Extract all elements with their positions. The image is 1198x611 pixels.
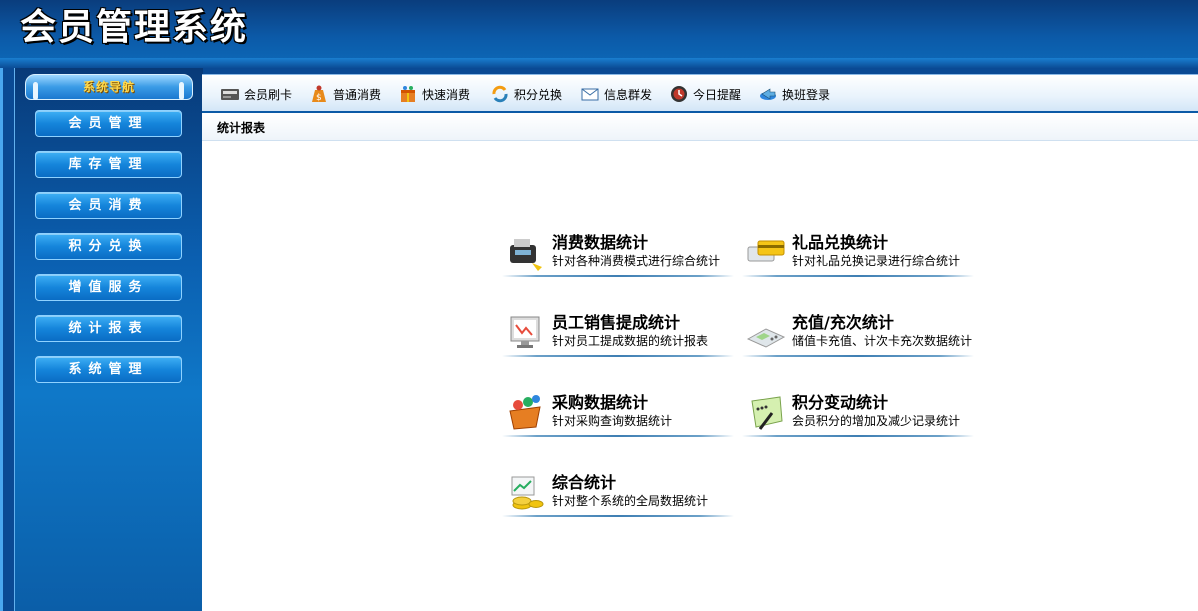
sidebar-item-statistics-reports[interactable]: 统计报表 xyxy=(35,315,182,342)
stat-description: 针对各种消费模式进行综合统计 xyxy=(552,254,721,268)
stat-consumption-data[interactable]: 消费数据统计 针对各种消费模式进行综合统计 xyxy=(502,229,734,279)
pos-machine-icon xyxy=(506,233,546,273)
card-reader-icon xyxy=(220,84,240,104)
window-left-edge xyxy=(0,0,3,611)
toolbar-today-reminder-button[interactable]: 今日提醒 xyxy=(669,83,741,105)
toolbar-label: 普通消费 xyxy=(333,87,382,102)
stat-underline xyxy=(742,355,974,357)
stat-name: 充值/充次统计 xyxy=(792,313,894,332)
toolbar-label: 换班登录 xyxy=(782,87,831,102)
stat-underline xyxy=(502,355,734,357)
sidebar-item-member-consumption[interactable]: 会员消费 xyxy=(35,192,182,219)
stat-name: 员工销售提成统计 xyxy=(552,313,681,332)
stat-description: 针对礼品兑换记录进行综合统计 xyxy=(792,254,961,268)
stat-name: 综合统计 xyxy=(552,473,617,492)
sidebar-hook-right xyxy=(179,82,184,100)
sidebar-item-value-added-services[interactable]: 增值服务 xyxy=(35,274,182,301)
sidebar-nav: 系统导航 会员管理 库存管理 会员消费 积分兑换 增值服务 统计报表 系统管理 xyxy=(14,68,203,611)
stat-employee-commission[interactable]: 员工销售提成统计 针对员工提成数据的统计报表 xyxy=(502,309,734,359)
sidebar-item-member-management[interactable]: 会员管理 xyxy=(35,110,182,137)
stat-underline xyxy=(502,515,734,517)
stat-description: 针对采购查询数据统计 xyxy=(552,414,673,428)
sidebar-heading: 系统导航 xyxy=(25,74,193,100)
toolbar-quick-consumption-button[interactable]: 快速消费 xyxy=(398,83,470,105)
stat-description: 针对员工提成数据的统计报表 xyxy=(552,334,709,348)
stat-purchase-data[interactable]: 采购数据统计 针对采购查询数据统计 xyxy=(502,389,734,439)
stat-name: 礼品兑换统计 xyxy=(792,233,889,252)
app-header: 会员管理系统 xyxy=(0,0,1198,68)
top-toolbar: 会员刷卡 $ 普通消费 快速消费 积分兑换 信息群发 今日提醒 换班登录 xyxy=(202,74,1198,113)
svg-text:$: $ xyxy=(316,93,322,103)
toolbar-shift-login-button[interactable]: 换班登录 xyxy=(758,83,830,105)
app-title: 会员管理系统 xyxy=(20,6,249,48)
envelope-icon xyxy=(580,84,600,104)
stat-underline xyxy=(502,435,734,437)
stat-description: 针对整个系统的全局数据统计 xyxy=(552,494,709,508)
stat-description: 会员积分的增加及减少记录统计 xyxy=(792,414,961,428)
toolbar-mass-message-button[interactable]: 信息群发 xyxy=(580,83,652,105)
stat-name: 消费数据统计 xyxy=(552,233,649,252)
stat-underline xyxy=(742,435,974,437)
stat-underline xyxy=(502,275,734,277)
money-bag-icon: $ xyxy=(309,84,329,104)
stat-description: 储值卡充值、计次卡充次数据统计 xyxy=(792,334,973,348)
sidebar-item-points-exchange[interactable]: 积分兑换 xyxy=(35,233,182,260)
gift-cards-icon xyxy=(746,233,786,273)
toolbar-label: 积分兑换 xyxy=(514,87,563,102)
toolbar-normal-consumption-button[interactable]: $ 普通消费 xyxy=(309,83,381,105)
toolbar-points-exchange-button[interactable]: 积分兑换 xyxy=(490,83,562,105)
notebook-pen-icon xyxy=(746,393,786,433)
alarm-icon xyxy=(669,84,689,104)
toolbar-label: 信息群发 xyxy=(604,87,653,102)
gift-box-icon xyxy=(398,84,418,104)
stat-gift-exchange[interactable]: 礼品兑换统计 针对礼品兑换记录进行综合统计 xyxy=(742,229,974,279)
stat-name: 采购数据统计 xyxy=(552,393,649,412)
stat-recharge[interactable]: 充值/充次统计 储值卡充值、计次卡充次数据统计 xyxy=(742,309,974,359)
toolbar-label: 会员刷卡 xyxy=(244,87,293,102)
sidebar-hook-left xyxy=(33,82,38,100)
stat-points-change[interactable]: 积分变动统计 会员积分的增加及减少记录统计 xyxy=(742,389,974,439)
sidebar-item-system-management[interactable]: 系统管理 xyxy=(35,356,182,383)
stat-underline xyxy=(742,275,974,277)
monitor-chart-icon xyxy=(506,313,546,353)
toolbar-label: 今日提醒 xyxy=(693,87,742,102)
calculator-icon xyxy=(746,313,786,353)
exchange-arrows-icon xyxy=(490,84,510,104)
sidebar-heading-label: 系统导航 xyxy=(82,80,135,94)
header-band xyxy=(0,58,1198,68)
shopping-basket-icon xyxy=(506,393,546,433)
toolbar-label: 快速消费 xyxy=(422,87,471,102)
stat-comprehensive[interactable]: 综合统计 针对整个系统的全局数据统计 xyxy=(502,469,734,519)
shift-login-icon xyxy=(758,84,778,104)
sidebar-item-inventory-management[interactable]: 库存管理 xyxy=(35,151,182,178)
stat-name: 积分变动统计 xyxy=(792,393,889,412)
toolbar-member-swipe-button[interactable]: 会员刷卡 xyxy=(220,83,292,105)
page-title: 统计报表 xyxy=(202,115,1198,141)
coins-chart-icon xyxy=(506,473,546,513)
main-content: 统计报表 消费数据统计 针对各种消费模式进行综合统计 礼品兑换统计 针对礼品兑换… xyxy=(202,113,1198,611)
